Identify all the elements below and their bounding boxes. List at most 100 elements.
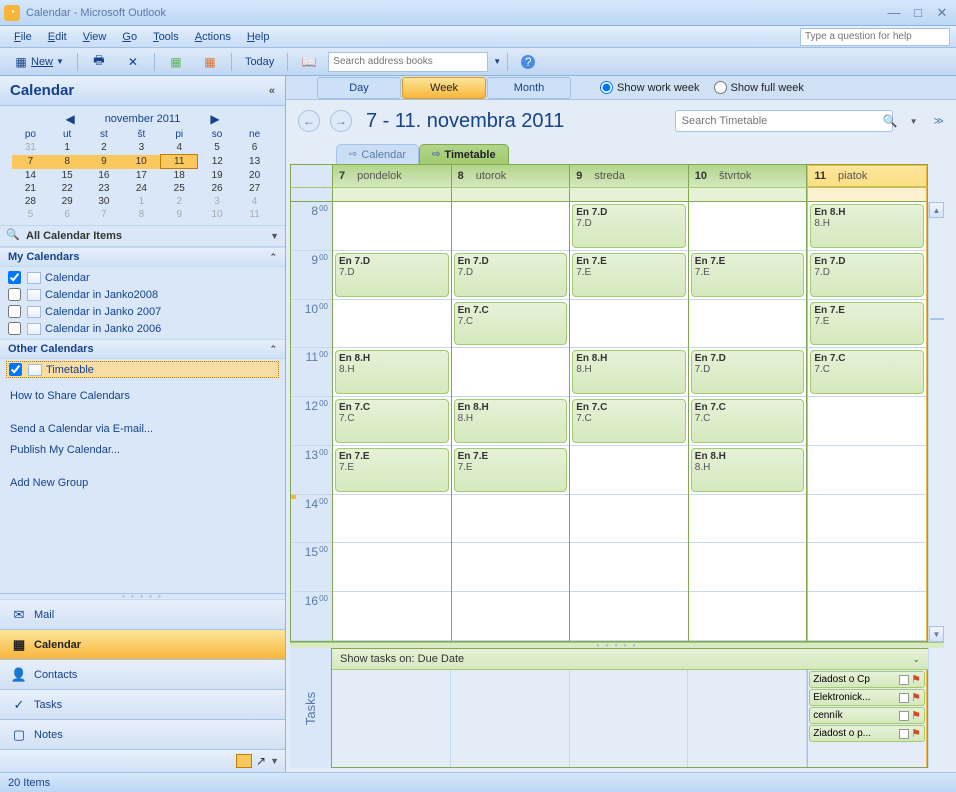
mini-cal-day[interactable]: 26 [198,182,236,195]
new-button[interactable]: ▦New▼ [6,51,71,73]
shortcuts-icon[interactable]: ↗ [256,754,266,768]
hour-cell[interactable] [808,592,926,641]
categorize-button[interactable]: ▦ [195,51,225,73]
mini-cal-day[interactable]: 4 [236,195,273,208]
calendar-checkbox[interactable] [8,322,21,335]
mini-cal-day[interactable]: 27 [236,182,273,195]
menu-actions[interactable]: Actions [187,29,239,45]
today-button[interactable]: Today [238,51,281,73]
mini-cal-day[interactable]: 28 [12,195,49,208]
mini-cal-day[interactable]: 8 [49,155,86,169]
hour-cell[interactable] [333,202,451,251]
hour-cell[interactable] [570,495,688,544]
menu-edit[interactable]: Edit [40,29,75,45]
delete-button[interactable]: ✕ [118,51,148,73]
hour-cell[interactable] [333,495,451,544]
search-dropdown-icon[interactable]: ▼ [493,57,501,66]
tasks-day-column[interactable]: Ziadost o Cp⚑Elektronick...⚑cenník⚑Ziado… [807,670,927,767]
other-calendars-header[interactable]: Other Calendars⌃ [0,339,285,359]
mini-cal-day[interactable]: 1 [49,141,86,155]
work-week-radio[interactable]: Show work week [600,81,700,94]
mini-cal-day[interactable]: 5 [198,141,236,155]
hour-cell[interactable] [808,543,926,592]
hour-cell[interactable]: En 8.H8.H [689,446,807,495]
mini-cal-day[interactable]: 8 [122,208,160,221]
mini-cal-day[interactable]: 3 [122,141,160,155]
hour-cell[interactable]: En 8.H8.H [570,348,688,397]
mini-cal-day[interactable]: 17 [122,169,160,183]
calendar-item[interactable]: Calendar in Janko 2007 [6,303,279,320]
mini-cal-day[interactable]: 15 [49,169,86,183]
task-item[interactable]: Ziadost o Cp⚑ [809,671,925,688]
task-checkbox[interactable] [899,711,909,721]
address-search-input[interactable] [328,52,488,72]
task-checkbox[interactable] [899,675,909,685]
calendar-checkbox[interactable] [8,271,21,284]
send-calendar-link[interactable]: Send a Calendar via E-mail... [10,420,275,438]
menu-file[interactable]: File [6,29,40,45]
calendar-checkbox[interactable] [8,305,21,318]
mini-cal-day[interactable]: 14 [12,169,49,183]
hour-cell[interactable]: En 7.C7.C [689,397,807,446]
mini-cal-day[interactable]: 22 [49,182,86,195]
hour-cell[interactable] [808,446,926,495]
mini-cal-day[interactable]: 7 [12,155,49,169]
mini-cal-day[interactable]: 11 [160,155,198,169]
nav-calendar[interactable]: ▦Calendar [0,630,285,660]
appointment[interactable]: En 8.H8.H [454,399,568,443]
tasks-day-column[interactable] [688,670,807,767]
my-calendars-header[interactable]: My Calendars⌃ [0,247,285,267]
mini-cal-day[interactable]: 10 [198,208,236,221]
print-button[interactable]: 🖶 [84,51,114,73]
hour-cell[interactable]: En 7.D7.D [808,251,926,300]
share-calendars-link[interactable]: How to Share Calendars [10,384,275,420]
task-checkbox[interactable] [899,729,909,739]
mini-cal-day[interactable]: 9 [86,155,123,169]
collapse-icon[interactable]: « [269,85,275,97]
hour-cell[interactable] [452,348,570,397]
mini-cal-day[interactable]: 2 [86,141,123,155]
mini-cal-day[interactable]: 13 [236,155,273,169]
nav-tasks[interactable]: ✓Tasks [0,690,285,720]
appointment[interactable]: En 7.C7.C [454,302,568,346]
day-header[interactable]: 10štvrtok [689,165,808,187]
timetable-tab[interactable]: ⇨Timetable [419,144,509,164]
timetable-search-input[interactable] [675,110,893,132]
day-header[interactable]: 9streda [570,165,689,187]
prev-week-button[interactable]: ← [298,110,320,132]
tasks-day-column[interactable] [451,670,570,767]
mini-cal-day[interactable]: 25 [160,182,198,195]
hour-cell[interactable] [333,543,451,592]
publish-calendar-link[interactable]: Publish My Calendar... [10,438,275,474]
search-dropdown-icon[interactable]: ▼ [910,117,918,126]
expand-icon[interactable]: ≫ [934,116,944,127]
appointment[interactable]: En 7.C7.C [810,350,924,394]
mini-cal-day[interactable]: 3 [198,195,236,208]
hour-cell[interactable] [570,300,688,349]
appointment[interactable]: En 7.D7.D [335,253,449,297]
flag-icon[interactable]: ⚑ [911,727,921,740]
hour-cell[interactable]: En 7.C7.C [333,397,451,446]
menu-tools[interactable]: Tools [145,29,187,45]
hour-cell[interactable]: En 7.E7.E [808,300,926,349]
appointment[interactable]: En 7.E7.E [335,448,449,492]
mini-cal-day[interactable]: 6 [49,208,86,221]
hour-cell[interactable] [689,300,807,349]
hour-cell[interactable]: En 7.E7.E [689,251,807,300]
mini-cal-day[interactable]: 12 [198,155,236,169]
appointment[interactable]: En 7.C7.C [691,399,805,443]
hour-cell[interactable]: En 7.D7.D [570,202,688,251]
search-icon[interactable]: 🔍 [883,114,898,128]
full-week-radio[interactable]: Show full week [714,81,804,94]
appointment[interactable]: En 8.H8.H [335,350,449,394]
appointment[interactable]: En 8.H8.H [691,448,805,492]
close-button[interactable]: ✕ [932,5,952,21]
mini-cal-day[interactable]: 31 [12,141,49,155]
address-book-button[interactable]: 📖 [294,51,324,73]
month-tab[interactable]: Month [487,77,571,99]
help-button[interactable]: ? [514,51,542,73]
appointment[interactable]: En 8.H8.H [572,350,686,394]
appointment[interactable]: En 7.E7.E [691,253,805,297]
menu-go[interactable]: Go [114,29,145,45]
hour-cell[interactable]: En 7.C7.C [452,300,570,349]
